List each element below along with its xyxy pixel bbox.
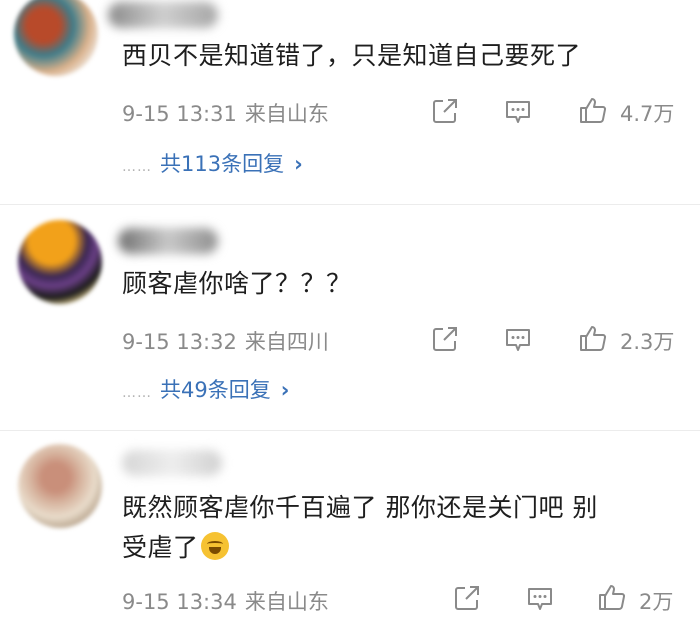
- avatar[interactable]: [18, 444, 102, 528]
- comment-text: 顾客虐你啥了？？？: [122, 269, 352, 298]
- comment-text-line-1: 既然顾客虐你千百遍了 那你还是关门吧 别: [122, 493, 598, 522]
- comment-text-line-2: 受虐了: [122, 528, 229, 568]
- location: 来自山东: [244, 102, 329, 126]
- reply-dots: ……: [122, 159, 152, 175]
- like-count: 2.3万: [620, 330, 675, 354]
- share-icon[interactable]: [452, 583, 482, 613]
- reply-count-label: 共49条回复: [160, 378, 271, 402]
- laugh-cry-emoji-icon: [200, 532, 229, 560]
- timestamp: 9-15 13:34: [122, 590, 237, 614]
- thumbs-up-icon[interactable]: [597, 582, 627, 612]
- view-replies-link[interactable]: …… 共49条回复 ›: [122, 374, 289, 404]
- divider: [0, 204, 700, 205]
- timestamp: 9-15 13:32: [122, 330, 237, 354]
- comment-meta: 9-15 13:32 来自四川: [122, 326, 329, 356]
- view-replies-link[interactable]: …… 共113条回复 ›: [122, 148, 303, 178]
- like-count: 4.7万: [620, 102, 675, 126]
- reply-count-label: 共113条回复: [160, 152, 285, 176]
- like-count: 2万: [639, 590, 674, 614]
- username-blurred[interactable]: [122, 450, 222, 476]
- thumbs-up-icon[interactable]: [578, 95, 608, 125]
- comment-1: 西贝不是知道错了，只是知道自己要死了 9-15 13:31 来自山东 4.7万 ……: [0, 0, 700, 200]
- chevron-right-icon: ›: [280, 378, 290, 402]
- comment-meta: 9-15 13:31 来自山东: [122, 98, 329, 128]
- reply-dots: ……: [122, 385, 152, 401]
- location: 来自山东: [244, 590, 329, 614]
- avatar[interactable]: [18, 220, 102, 304]
- share-icon[interactable]: [430, 96, 460, 126]
- comment-icon[interactable]: [525, 584, 555, 614]
- comment-2: 顾客虐你啥了？？？ 9-15 13:32 来自四川 2.3万 …… 共49条回复 ›: [0, 212, 700, 422]
- comment-icon[interactable]: [503, 97, 533, 127]
- timestamp: 9-15 13:31: [122, 102, 237, 126]
- chevron-right-icon: ›: [294, 152, 303, 176]
- comment-text: 西贝不是知道错了，只是知道自己要死了: [122, 41, 582, 70]
- comment-icon[interactable]: [503, 325, 533, 355]
- username-blurred[interactable]: [118, 228, 218, 254]
- username-blurred[interactable]: [108, 2, 218, 28]
- thumbs-up-icon[interactable]: [578, 323, 608, 353]
- avatar[interactable]: [14, 0, 98, 76]
- divider: [0, 430, 700, 431]
- comment-text-line-2-text: 受虐了: [122, 533, 199, 562]
- comment-meta: 9-15 13:34 来自山东: [122, 586, 329, 616]
- comment-3: 既然顾客虐你千百遍了 那你还是关门吧 别 受虐了 9-15 13:34 来自山东 …: [0, 438, 700, 627]
- share-icon[interactable]: [430, 324, 460, 354]
- location: 来自四川: [244, 330, 329, 354]
